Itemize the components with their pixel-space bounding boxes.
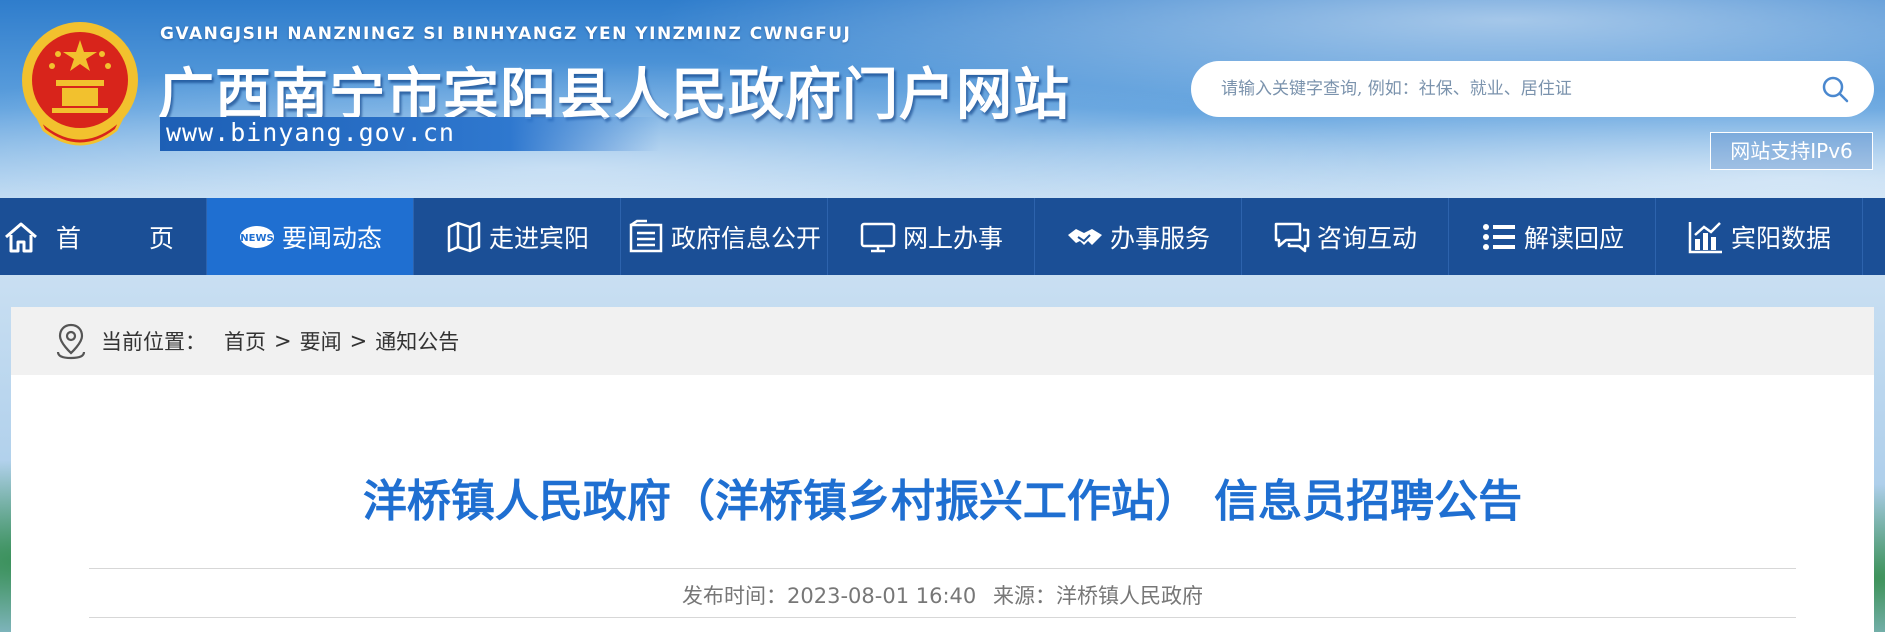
- breadcrumb-label: 当前位置：: [101, 330, 206, 354]
- document-list-icon: [629, 219, 663, 252]
- nav-item-gov-info[interactable]: 政府信息公开: [621, 198, 828, 275]
- national-emblem-icon: [22, 22, 138, 146]
- bar-chart-icon: [1688, 221, 1722, 253]
- breadcrumb-notices[interactable]: 通知公告: [375, 326, 459, 356]
- nav-label-services: 办事服务: [1109, 223, 1210, 253]
- source-label: 来源：: [992, 584, 1056, 608]
- search-icon[interactable]: [1820, 74, 1850, 104]
- news-icon: NEWS: [239, 225, 274, 248]
- article-title: 洋桥镇人民政府（洋桥镇乡村振兴工作站） 信息员招聘公告: [362, 476, 1523, 527]
- nav-item-interpretation[interactable]: 解读回应: [1449, 198, 1656, 275]
- search-box: [1191, 61, 1874, 117]
- nav-item-news[interactable]: NEWS 要闻动态: [207, 198, 414, 275]
- divider: [89, 568, 1796, 569]
- nav-label-about: 走进宾阳: [488, 223, 589, 253]
- breadcrumb-news[interactable]: 要闻: [300, 326, 342, 356]
- site-domain: www.binyang.gov.cn: [166, 118, 455, 147]
- divider: [89, 617, 1796, 618]
- chat-icon: [1274, 222, 1310, 252]
- ipv6-badge: 网站支持IPv6: [1710, 132, 1873, 170]
- breadcrumb: 当前位置： 首页 > 要闻 > 通知公告: [11, 307, 1874, 375]
- nav-label-news: 要闻动态: [281, 223, 382, 253]
- map-icon: [447, 221, 481, 252]
- nav-label-online-service: 网上办事: [902, 223, 1003, 253]
- breadcrumb-home[interactable]: 首页: [224, 326, 266, 356]
- nav-item-home[interactable]: 首 页: [0, 198, 207, 275]
- location-pin-icon: [56, 323, 86, 360]
- search-input[interactable]: [1221, 61, 1781, 117]
- nav-label-data: 宾阳数据: [1730, 223, 1831, 253]
- nav-item-consult[interactable]: 咨询互动: [1242, 198, 1449, 275]
- nav-item-online-service[interactable]: 网上办事: [828, 198, 1035, 275]
- publish-time: 2023-08-01 16:40: [787, 584, 977, 608]
- nav-item-services[interactable]: 办事服务: [1035, 198, 1242, 275]
- monitor-icon: [860, 222, 896, 252]
- site-title-pinyin: GVANGJSIH NANZNINGZ SI BINHYANGZ YEN YIN…: [160, 24, 852, 44]
- source: 洋桥镇人民政府: [1055, 584, 1203, 608]
- site-header: GVANGJSIH NANZNINGZ SI BINHYANGZ YEN YIN…: [0, 0, 1885, 198]
- main-nav: 首 页 NEWS 要闻动态 走进宾阳 政府信息公开 网上办事 办事服务 咨询互动…: [0, 198, 1885, 275]
- nav-label-gov-info: 政府信息公开: [670, 223, 821, 253]
- breadcrumb-separator: >: [349, 329, 368, 353]
- home-icon: [5, 222, 37, 252]
- nav-label-home: 首 页: [56, 223, 204, 253]
- publish-time-label: 发布时间：: [682, 584, 788, 608]
- nav-item-about[interactable]: 走进宾阳: [414, 198, 621, 275]
- article-meta: 发布时间：2023-08-01 16:40 来源：洋桥镇人民政府: [11, 580, 1874, 610]
- svg-text:NEWS: NEWS: [240, 233, 273, 244]
- nav-label-interpretation: 解读回应: [1523, 223, 1624, 253]
- handshake-icon: [1067, 228, 1102, 245]
- nav-item-data[interactable]: 宾阳数据: [1656, 198, 1863, 275]
- breadcrumb-separator: >: [274, 329, 292, 353]
- nav-label-consult: 咨询互动: [1316, 223, 1417, 253]
- list-icon: [1482, 223, 1515, 250]
